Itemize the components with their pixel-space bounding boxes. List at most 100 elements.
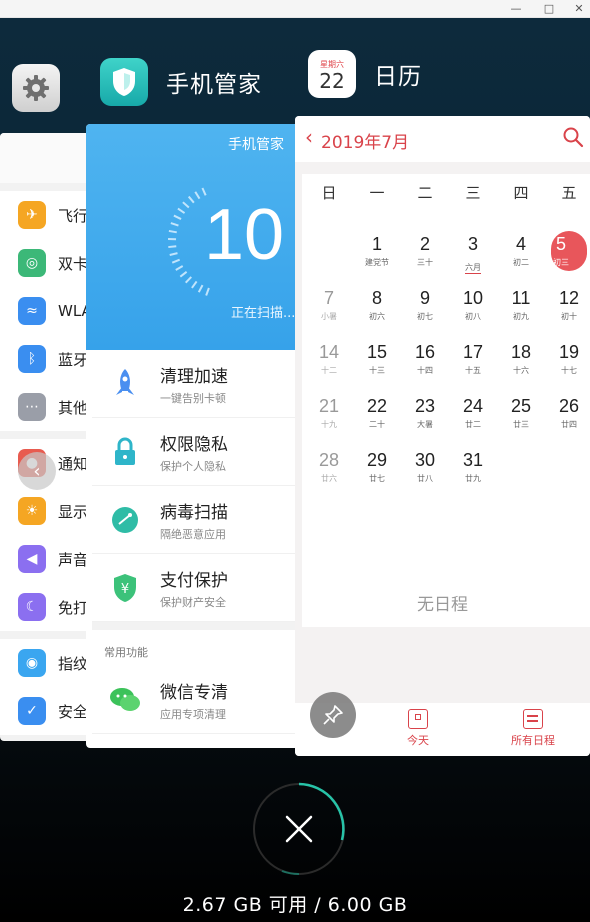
day-cell[interactable]: 26 廿四 <box>549 396 589 430</box>
arc-tick <box>168 229 177 234</box>
tab-all-events[interactable]: 所有日程 <box>511 709 555 748</box>
lunar-label: 建党节 <box>365 258 389 267</box>
day-number: 14 <box>318 342 340 362</box>
day-cell[interactable]: 31 廿九 <box>453 450 493 484</box>
minimize-icon[interactable]: — <box>506 1 526 16</box>
arc-tick <box>168 245 177 249</box>
calendar-app-header[interactable]: 星期六 22 日历 <box>308 50 422 98</box>
settings-row-label: 蓝牙 <box>58 350 89 369</box>
svg-text:¥: ¥ <box>121 582 129 597</box>
pin-icon[interactable] <box>310 692 356 738</box>
arc-tick <box>194 191 201 200</box>
settings-row-label: 通知 <box>58 454 89 473</box>
bluetooth-icon: ᛒ <box>18 345 46 373</box>
day-number: 28 <box>318 450 340 470</box>
settings-row[interactable]: ◀ 声音 <box>0 535 100 583</box>
feature-item[interactable]: 权限隐私 保护个人隐私 <box>92 418 298 486</box>
day-cell[interactable]: 4 初二 <box>501 234 541 268</box>
airplane-icon: ✈ <box>18 201 46 229</box>
month-title[interactable]: 2019年7月 <box>321 128 409 153</box>
settings-row[interactable]: ✈ 飞行 <box>0 191 100 239</box>
feature-item[interactable]: 微信专清 应用专项清理 <box>92 666 298 734</box>
arc-tick <box>175 265 184 271</box>
feature-title: 权限隐私 <box>160 434 228 455</box>
day-cell[interactable]: 22 二十 <box>357 396 397 430</box>
lunar-label: 初九 <box>513 312 529 321</box>
settings-row-label: 声音 <box>58 550 89 569</box>
moon-icon: ☾ <box>18 593 46 621</box>
day-number: 23 <box>414 396 436 416</box>
fingerprint-icon: ◉ <box>18 649 46 677</box>
day-cell[interactable]: 23 大暑 <box>405 396 445 430</box>
day-number: 5 <box>555 234 566 254</box>
day-number: 21 <box>318 396 340 416</box>
settings-row[interactable]: ≈ WLA <box>0 287 100 335</box>
shield-icon <box>100 58 148 106</box>
display-icon: ☀ <box>18 497 46 525</box>
arc-tick <box>191 280 198 289</box>
settings-row-label: 双卡 <box>58 254 89 273</box>
settings-row[interactable]: ✓ 安全 <box>0 687 100 735</box>
lunar-label: 初六 <box>369 312 385 321</box>
app-title-phone-manager: 手机管家 <box>166 72 262 98</box>
day-cell[interactable]: 3 六月 <box>453 234 493 274</box>
phone-manager-card[interactable]: 手机管家 10 正在扫描... 清理加速 一键告别卡顿 权限隐私 保护个人隐私 病毒扫描… <box>86 124 298 748</box>
day-cell[interactable]: 15 十三 <box>357 342 397 376</box>
scan-icon <box>108 503 142 537</box>
day-cell[interactable]: 5 初三 <box>541 231 587 271</box>
app-title-calendar: 日历 <box>374 64 422 90</box>
day-cell[interactable]: 10 初八 <box>453 288 493 322</box>
settings-row[interactable]: ◎ 双卡 <box>0 239 100 287</box>
day-cell[interactable]: 21 十九 <box>309 396 349 430</box>
calendar-card[interactable]: ‹ 2019年7月 日 一 二 三 四 五 1 建党节 2 三十 3 六月 4 初二 5 初三 7 小暑 8 初六 9 初… <box>295 116 590 756</box>
feature-item[interactable]: 清理加速 一键告别卡顿 <box>92 350 298 418</box>
lunar-label: 廿八 <box>417 474 433 483</box>
day-cell[interactable]: 2 三十 <box>405 234 445 268</box>
close-window-icon[interactable]: ✕ <box>569 1 589 16</box>
maximize-icon[interactable]: □ <box>539 1 559 16</box>
settings-row[interactable]: ◉ 指纹 <box>0 639 100 687</box>
settings-row[interactable]: ☾ 免打 <box>0 583 100 631</box>
day-cell[interactable]: 30 廿八 <box>405 450 445 484</box>
day-cell[interactable]: 17 十五 <box>453 342 493 376</box>
chevron-left-icon[interactable]: ‹ <box>18 452 56 490</box>
feature-subtitle: 一键告别卡顿 <box>160 391 226 405</box>
feature-item[interactable]: ¥ 支付保护 保护财产安全 <box>92 554 298 622</box>
window-titlebar: — □ ✕ <box>0 0 590 18</box>
lunar-label: 大暑 <box>417 420 433 429</box>
day-cell[interactable]: 1 建党节 <box>357 234 397 268</box>
day-cell[interactable]: 8 初六 <box>357 288 397 322</box>
chevron-left-icon[interactable]: ‹ <box>305 125 313 149</box>
sound-icon: ◀ <box>18 545 46 573</box>
settings-row[interactable]: ⋯ 其他 <box>0 383 100 431</box>
payment-shield-icon: ¥ <box>108 571 142 605</box>
day-cell[interactable]: 19 十七 <box>549 342 589 376</box>
tab-today[interactable]: 今天 <box>407 709 429 748</box>
day-cell[interactable]: 11 初九 <box>501 288 541 322</box>
day-cell[interactable]: 18 十六 <box>501 342 541 376</box>
settings-row[interactable]: ☀ 显示 <box>0 487 100 535</box>
day-cell[interactable]: 9 初七 <box>405 288 445 322</box>
day-cell[interactable]: 7 小暑 <box>309 288 349 322</box>
feature-subtitle: 保护财产安全 <box>160 595 226 609</box>
day-cell[interactable]: 25 廿三 <box>501 396 541 430</box>
day-cell[interactable]: 28 廿六 <box>309 450 349 484</box>
day-cell[interactable]: 14 十二 <box>309 342 349 376</box>
lunar-label: 廿七 <box>369 474 385 483</box>
day-cell[interactable]: 12 初十 <box>549 288 589 322</box>
settings-app-header[interactable] <box>12 64 60 112</box>
day-cell[interactable]: 24 廿二 <box>453 396 493 430</box>
event-list-icon <box>523 709 543 729</box>
search-icon[interactable] <box>562 126 584 152</box>
lunar-label: 十三 <box>369 366 385 375</box>
day-cell[interactable]: 16 十四 <box>405 342 445 376</box>
day-cell[interactable]: 29 廿七 <box>357 450 397 484</box>
feature-list: 清理加速 一键告别卡顿 权限隐私 保护个人隐私 病毒扫描 隔绝恶意应用 ¥ 支付保护 保护财产安… <box>92 350 298 748</box>
feature-item[interactable]: 常用工具检测 <box>92 734 298 748</box>
settings-card[interactable]: ✈飞行◎双卡≈WLAᛒ蓝牙⋯其他 ●通知☀显示◀声音☾免打 ◉指纹✓安全 <box>0 133 100 741</box>
clear-all-button[interactable] <box>252 782 346 876</box>
arc-tick <box>184 276 192 284</box>
phone-manager-app-header[interactable]: 手机管家 <box>100 58 262 106</box>
feature-item[interactable]: 病毒扫描 隔绝恶意应用 <box>92 486 298 554</box>
settings-row[interactable]: ᛒ 蓝牙 <box>0 335 100 383</box>
